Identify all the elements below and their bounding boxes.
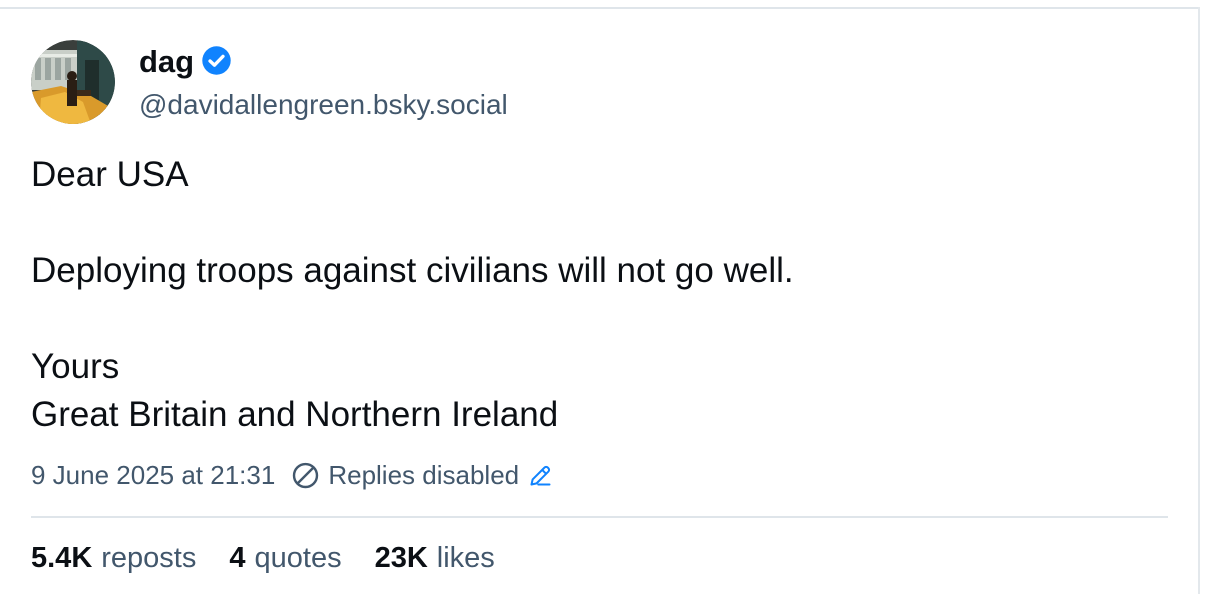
post-stats: 5.4K reposts 4 quotes 23K likes [31,539,528,577]
avatar-image [31,40,115,124]
quotes-stat[interactable]: 4 quotes [229,539,341,577]
verified-check-icon[interactable] [201,45,232,76]
post-text-line [31,199,1168,247]
quotes-count: 4 [229,542,246,574]
post-text-line: Great Britain and Northern Ireland [31,395,559,434]
likes-stat[interactable]: 23K likes [375,539,495,577]
reposts-stat[interactable]: 5.4K reposts [31,539,196,577]
post-text: Dear USA Deploying troops against civili… [31,151,1168,439]
divider [31,516,1168,518]
post-text-line [31,295,1168,343]
replies-status: Replies disabled [328,460,520,490]
reposts-label: reposts [101,542,197,574]
circle-slash-icon [291,461,320,490]
author-handle[interactable]: @davidallengreen.bsky.social [139,87,508,123]
reposts-count: 5.4K [31,542,93,574]
quotes-label: quotes [254,542,342,574]
post-meta: 9 June 2025 at 21:31 Replies disabled [31,458,554,492]
likes-label: likes [436,542,495,574]
post-text-line: Deploying troops against civilians will … [31,251,794,290]
author-display-name[interactable]: dag [139,43,194,81]
post-timestamp[interactable]: 9 June 2025 at 21:31 [31,458,275,492]
post-text-line: Dear USA [31,155,189,194]
post-text-line: Yours [31,347,120,386]
avatar[interactable] [31,40,115,124]
pencil-icon[interactable] [527,462,554,489]
right-border [1198,7,1200,594]
author-name-row: dag [139,43,232,81]
post-thread-item: dag @davidallengreen.bsky.social Dear US… [31,9,1168,594]
likes-count: 23K [374,542,428,574]
